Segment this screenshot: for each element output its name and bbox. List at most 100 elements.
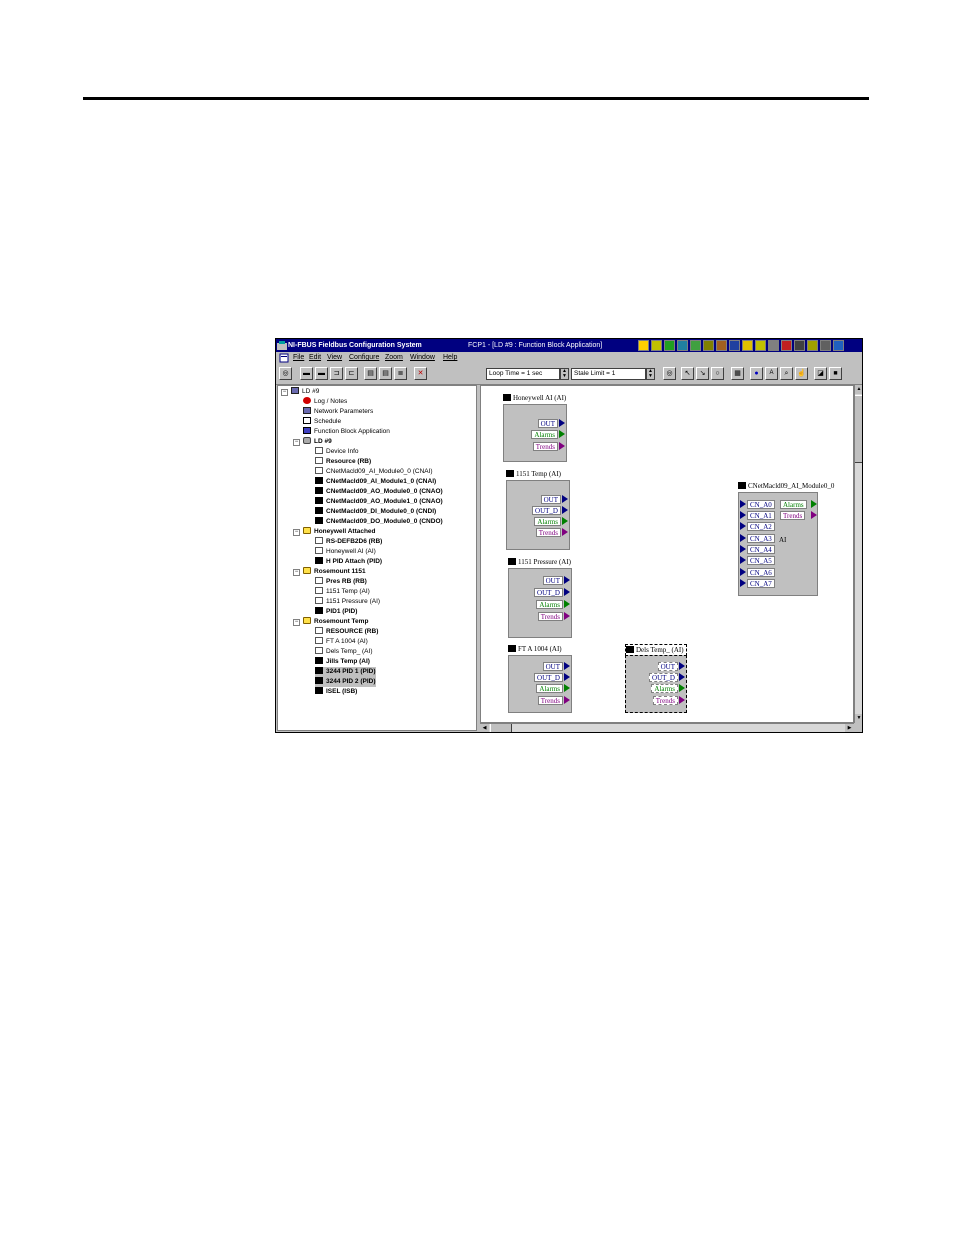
function-block[interactable]: 1151 Temp (AI) OUT OUT_D Alarms Trends xyxy=(506,469,574,550)
function-block-selected[interactable]: Dels Temp_ (AI) OUT OUT_D Alarms Trends xyxy=(625,644,697,716)
function-block[interactable]: FT A 1004 (AI) OUT OUT_D Alarms Trends xyxy=(508,644,576,716)
menu-zoom[interactable]: Zoom xyxy=(385,352,403,364)
tree-item[interactable]: PID1 (PID) xyxy=(315,607,357,617)
port-out-d[interactable]: OUT_D xyxy=(532,506,561,515)
tree-item[interactable]: Rosemount 1151 xyxy=(303,567,366,577)
port-out[interactable]: OUT xyxy=(542,576,563,585)
tree-item[interactable]: 1151 Temp (AI) xyxy=(315,587,370,597)
tree-item[interactable]: RESOURCE (RB) xyxy=(315,627,378,637)
loop-time-spinner[interactable]: ▲ ▼ xyxy=(560,368,569,380)
port-trends[interactable]: Trends xyxy=(537,612,563,621)
port-input[interactable]: CN_A1 xyxy=(747,511,775,520)
stale-limit-spinner[interactable]: ▲ ▼ xyxy=(646,368,655,380)
tree-item[interactable]: 3244 PID 2 (PID) xyxy=(315,677,376,687)
menu-configure[interactable]: Configure xyxy=(349,352,379,364)
bus-icon[interactable]: ▬ xyxy=(300,367,313,380)
tree-item[interactable]: H PID Attach (PID) xyxy=(315,557,382,567)
port-out-d[interactable]: OUT_D xyxy=(649,673,678,682)
zoom-icon[interactable]: ⌕ xyxy=(780,367,793,380)
task-icon[interactable] xyxy=(677,340,688,351)
port-input[interactable]: CN_A2 xyxy=(747,522,775,531)
port-out[interactable]: OUT xyxy=(537,419,558,428)
tree-item[interactable]: CNetMacld09_DO_Module0_0 (CNDO) xyxy=(315,517,443,527)
tree-item[interactable]: Network Parameters xyxy=(303,407,373,417)
tree-item[interactable]: LD #9 xyxy=(303,437,332,447)
online-icon[interactable]: ◎ xyxy=(279,367,292,380)
task-icon[interactable] xyxy=(794,340,805,351)
task-icon[interactable] xyxy=(638,340,649,351)
import-icon[interactable]: ⊏ xyxy=(345,367,358,380)
port-alarms[interactable]: Alarms xyxy=(536,600,563,609)
scroll-up-icon[interactable]: ▲ xyxy=(855,385,862,394)
loop-icon[interactable]: ○ xyxy=(711,367,724,380)
task-icon[interactable] xyxy=(781,340,792,351)
tree-item[interactable]: Function Block Application xyxy=(303,427,390,437)
horizontal-scrollbar[interactable]: ◀ ▶ xyxy=(480,723,854,732)
scroll-thumb[interactable] xyxy=(490,724,512,732)
loop-time-field[interactable]: Loop Time = 1 sec xyxy=(486,368,560,380)
function-block[interactable]: 1151 Pressure (AI) OUT OUT_D Alarms Tren… xyxy=(508,557,578,638)
task-icon[interactable] xyxy=(820,340,831,351)
link-icon[interactable]: ↘ xyxy=(696,367,709,380)
tree-item[interactable]: Honeywell AI (AI) xyxy=(315,547,376,557)
tree-item[interactable]: Honeywell Attached xyxy=(303,527,376,537)
stale-limit-field[interactable]: Stale Limit = 1 xyxy=(571,368,646,380)
port-alarms[interactable]: Alarms xyxy=(531,430,558,439)
pointer-icon[interactable]: ↖ xyxy=(681,367,694,380)
port-alarms[interactable]: Alarms xyxy=(651,684,678,693)
color-icon[interactable]: ■ xyxy=(829,367,842,380)
function-block[interactable]: CNetMacld09_AI_Module0_0 CN_A0 CN_A1 CN_… xyxy=(738,481,853,601)
tree-item[interactable]: Resource (RB) xyxy=(315,457,371,467)
task-icon[interactable] xyxy=(716,340,727,351)
task-icon[interactable] xyxy=(651,340,662,351)
document-icon[interactable] xyxy=(279,353,289,363)
function-block-canvas[interactable]: Honeywell AI (AI) OUT Alarms Trends 1151… xyxy=(480,385,854,723)
scroll-thumb[interactable] xyxy=(855,395,862,463)
task-icon[interactable] xyxy=(807,340,818,351)
tree-item[interactable]: Pres RB (RB) xyxy=(315,577,367,587)
task-icon[interactable] xyxy=(690,340,701,351)
port-trends[interactable]: Trends xyxy=(652,696,678,705)
vertical-scrollbar[interactable]: ▲ ▼ xyxy=(854,385,862,723)
tree-item[interactable]: Device Info xyxy=(315,447,359,457)
menu-help[interactable]: Help xyxy=(443,352,457,364)
tree-item[interactable]: Rosemount Temp xyxy=(303,617,368,627)
port-out[interactable]: OUT xyxy=(542,662,563,671)
tree-item[interactable]: 1151 Pressure (AI) xyxy=(315,597,380,607)
port-input[interactable]: CN_A6 xyxy=(747,568,775,577)
task-icon[interactable] xyxy=(755,340,766,351)
port-input[interactable]: CN_A5 xyxy=(747,556,775,565)
scroll-right-icon[interactable]: ▶ xyxy=(845,724,854,732)
collapse-toggle[interactable]: − xyxy=(293,569,300,576)
menu-view[interactable]: View xyxy=(327,352,342,364)
menu-window[interactable]: Window xyxy=(410,352,435,364)
port-out[interactable]: OUT xyxy=(657,662,678,671)
tree-item[interactable]: CNetMacld09_AI_Module0_0 (CNAI) xyxy=(315,467,433,477)
collapse-toggle[interactable]: − xyxy=(293,439,300,446)
tree-item[interactable]: RS-DEFB2D6 (RB) xyxy=(315,537,382,547)
port-out-d[interactable]: OUT_D xyxy=(534,673,563,682)
port-trends[interactable]: Trends xyxy=(537,696,563,705)
text-tool-icon[interactable]: A xyxy=(765,367,778,380)
port-trends[interactable]: Trends xyxy=(780,511,806,520)
task-icon[interactable] xyxy=(664,340,675,351)
task-icon[interactable] xyxy=(729,340,740,351)
tree-item[interactable]: FT A 1004 (AI) xyxy=(315,637,368,647)
tree-item[interactable]: CNetMacld09_DI_Module0_0 (CNDI) xyxy=(315,507,436,517)
tree-root[interactable]: LD #9 xyxy=(291,387,319,397)
download-icon[interactable]: ◎ xyxy=(663,367,676,380)
task-icon[interactable] xyxy=(742,340,753,351)
tree-item[interactable]: Jills Temp (AI) xyxy=(315,657,370,667)
scroll-down-icon[interactable]: ▼ xyxy=(855,714,862,723)
port-input[interactable]: CN_A0 xyxy=(747,500,775,509)
export-icon[interactable]: ⊐ xyxy=(330,367,343,380)
port-out-d[interactable]: OUT_D xyxy=(534,588,563,597)
port-alarms[interactable]: Alarms xyxy=(536,684,563,693)
list-icon[interactable]: ≣ xyxy=(394,367,407,380)
port-input[interactable]: CN_A3 xyxy=(747,534,775,543)
port-alarms[interactable]: Alarms xyxy=(534,517,561,526)
task-icon[interactable] xyxy=(768,340,779,351)
port-alarms[interactable]: Alarms xyxy=(780,500,807,509)
collapse-toggle[interactable]: − xyxy=(293,619,300,626)
port-input[interactable]: CN_A4 xyxy=(747,545,775,554)
